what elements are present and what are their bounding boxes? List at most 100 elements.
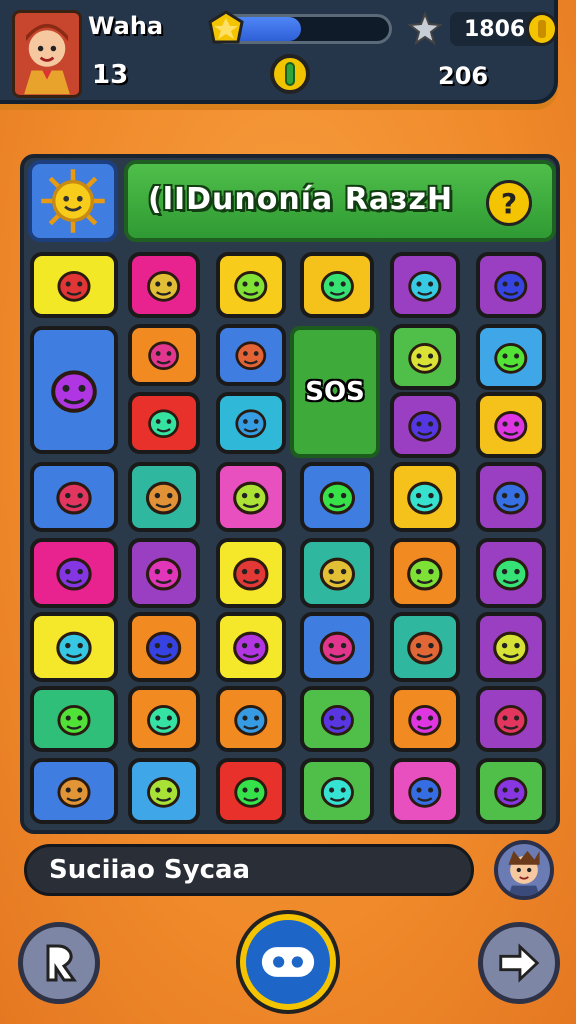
tile-monster[interactable]: [128, 612, 200, 682]
back-arrow-icon: [46, 944, 77, 982]
opponent-avatar[interactable]: [494, 840, 554, 900]
tile-gun[interactable]: [476, 462, 546, 532]
tile-frog[interactable]: [390, 462, 460, 532]
sun-orange-icon: [57, 776, 91, 808]
tile-cookie[interactable]: [128, 462, 200, 532]
tile-crossed-box[interactable]: [128, 252, 200, 318]
tile-meat[interactable]: [30, 252, 118, 318]
cookie-icon: [146, 481, 182, 515]
tile-bird[interactable]: [476, 252, 546, 318]
player-avatar-icon: [15, 13, 79, 95]
hammer-icon: [233, 631, 269, 665]
marker-red-icon: [320, 704, 354, 736]
kid-face-icon: [407, 557, 443, 591]
opponent-avatar-icon: [508, 850, 540, 896]
tile-hammer[interactable]: [216, 612, 286, 682]
tile-dino[interactable]: [390, 252, 460, 318]
tile-kid-face[interactable]: [390, 538, 460, 608]
tile-wrench[interactable]: [216, 538, 286, 608]
monster-icon: [146, 631, 182, 665]
tile-face-blue-hat[interactable]: [390, 324, 460, 390]
tile-hat[interactable]: [128, 538, 200, 608]
tile-bird-yellow[interactable]: [128, 392, 200, 454]
pencil-icon: [320, 270, 354, 302]
popsicle-icon: [320, 776, 354, 808]
tile-compass[interactable]: [30, 326, 118, 454]
tile-tomato[interactable]: [216, 686, 286, 752]
tile-pen[interactable]: [390, 758, 460, 824]
lollipop-icon: [494, 342, 528, 374]
help-button[interactable]: ?: [486, 180, 532, 226]
flower-icon: [493, 631, 529, 665]
tile-fish[interactable]: [300, 612, 374, 682]
tile-bag[interactable]: [30, 538, 118, 608]
puzzle-title-banner: (lIDunonía RaзzH ?: [124, 160, 556, 242]
cat-icon: [148, 341, 180, 371]
bowl-icon: [234, 776, 268, 808]
ghost-icon: [408, 704, 442, 736]
tile-flower[interactable]: [476, 612, 546, 682]
bird-yellow-icon: [148, 409, 180, 439]
tile-gear-monster[interactable]: [216, 324, 286, 386]
hat-icon: [146, 557, 182, 591]
tile-marker[interactable]: [300, 462, 374, 532]
tomato-icon: [234, 704, 268, 736]
tile-elf-face[interactable]: [128, 758, 200, 824]
tile-ghost[interactable]: [390, 686, 460, 752]
bird-icon: [494, 270, 528, 302]
gear-monster-icon: [235, 341, 267, 371]
tile-cat[interactable]: [128, 324, 200, 386]
next-button[interactable]: [478, 922, 560, 1004]
tile-pencil[interactable]: [300, 252, 374, 318]
bottle-icon: [408, 410, 442, 442]
tile-bug[interactable]: [216, 392, 286, 454]
tile-marker-red[interactable]: [300, 686, 374, 752]
tile-frog-star[interactable]: [128, 686, 200, 752]
main-action-button[interactable]: [240, 914, 336, 1010]
score-value: 1806: [464, 16, 526, 42]
meat-icon: [57, 270, 91, 302]
face-icon: [261, 947, 315, 977]
sos-label: SOS: [305, 377, 365, 407]
player-avatar[interactable]: [12, 10, 82, 98]
bag-icon: [56, 557, 92, 591]
center-sos-tile[interactable]: SOS: [290, 326, 380, 458]
tile-popsicle[interactable]: [300, 758, 374, 824]
star-icon: [408, 12, 442, 46]
tile-bowl[interactable]: [216, 758, 286, 824]
tile-leaf[interactable]: [390, 612, 460, 682]
tile-spiral[interactable]: [476, 392, 546, 458]
face-blue-hat-icon: [408, 342, 442, 374]
spiral-icon: [494, 410, 528, 442]
tile-calculator[interactable]: [300, 538, 374, 608]
tile-joystick[interactable]: [30, 462, 118, 532]
tile-pencil-green[interactable]: [476, 758, 546, 824]
tile-sun-orange[interactable]: [30, 758, 118, 824]
level-badge-icon: [208, 10, 244, 44]
tile-lollipop[interactable]: [476, 324, 546, 390]
sun-tile[interactable]: [28, 160, 118, 242]
status-text: Suciiao Sycaa: [49, 855, 251, 885]
sun-icon: [41, 169, 105, 233]
tile-ball[interactable]: [476, 686, 546, 752]
gun-icon: [493, 481, 529, 515]
tile-sausage[interactable]: [30, 612, 118, 682]
joystick-icon: [56, 481, 92, 515]
worm-icon: [57, 704, 91, 736]
tile-sun[interactable]: [216, 252, 286, 318]
tile-question[interactable]: [476, 538, 546, 608]
tile-heart[interactable]: [216, 462, 286, 532]
crossed-box-icon: [147, 270, 181, 302]
player-name: Waha: [88, 12, 164, 40]
heart-icon: [233, 481, 269, 515]
back-button[interactable]: [18, 922, 100, 1004]
pencil-green-icon: [494, 776, 528, 808]
tile-worm[interactable]: [30, 686, 118, 752]
calculator-icon: [319, 557, 355, 591]
player-level: 13: [92, 60, 129, 90]
tile-bottle[interactable]: [390, 392, 460, 458]
bug-icon: [235, 409, 267, 439]
dino-icon: [408, 270, 442, 302]
center-coin-icon[interactable]: [270, 54, 310, 94]
fish-icon: [319, 631, 355, 665]
